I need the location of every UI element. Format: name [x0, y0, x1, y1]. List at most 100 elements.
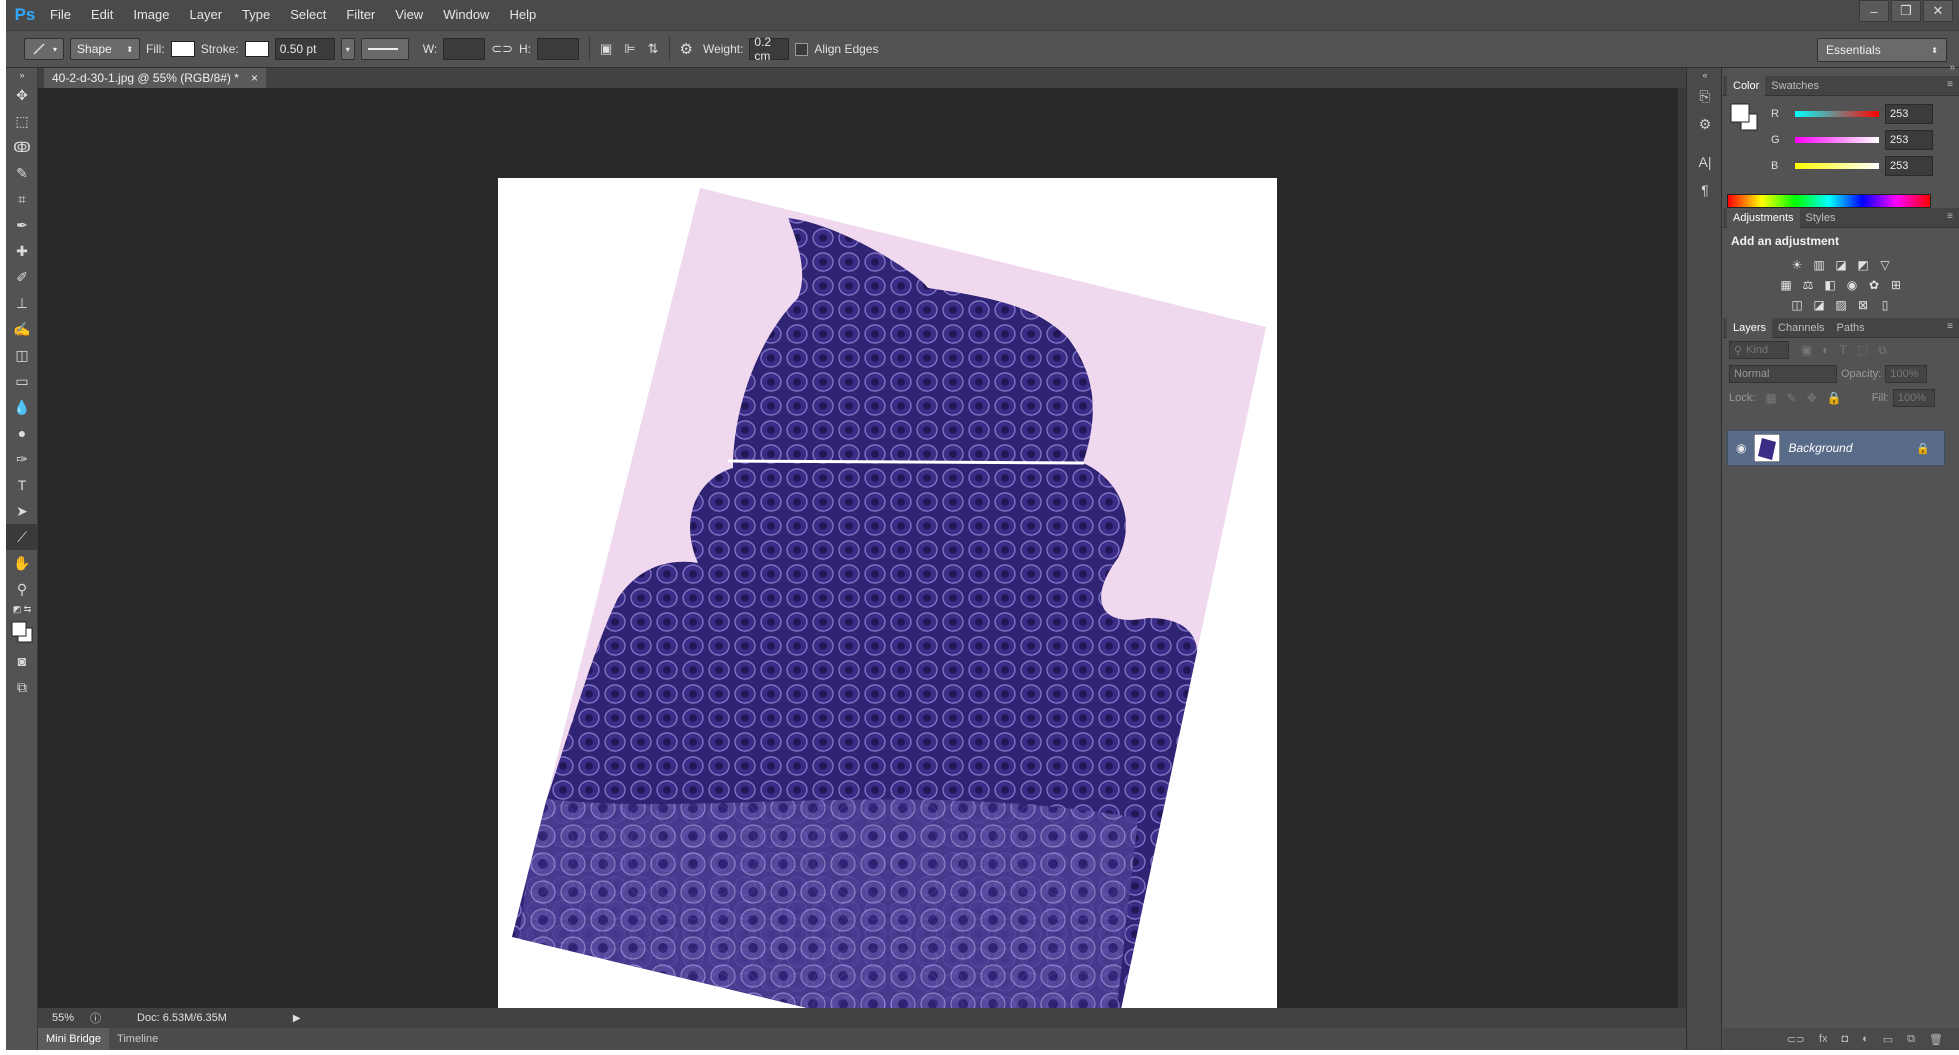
lock-icon[interactable]: 🔒: [1916, 442, 1930, 455]
fill-field[interactable]: 100%: [1892, 389, 1935, 407]
posterize-icon[interactable]: ◪: [1811, 298, 1827, 312]
fx-icon[interactable]: fx: [1819, 1033, 1828, 1045]
new-adjustment-icon[interactable]: ◐: [1862, 1033, 1869, 1045]
layer-row-background[interactable]: ◉ Background 🔒: [1727, 430, 1945, 466]
weight-field[interactable]: 0.2 cm: [749, 35, 790, 63]
eye-icon[interactable]: ◉: [1736, 441, 1746, 455]
history-brush-tool-icon[interactable]: ✍: [6, 316, 38, 342]
quick-mask-icon[interactable]: ◙: [6, 648, 38, 674]
lasso-tool-icon[interactable]: ↂ: [6, 134, 38, 160]
vibrance-icon[interactable]: ▽: [1877, 258, 1893, 272]
menu-layer[interactable]: Layer: [180, 0, 233, 30]
pen-tool-icon[interactable]: ✑: [6, 446, 38, 472]
history-panel-icon[interactable]: ⎘: [1687, 82, 1723, 110]
close-tab-icon[interactable]: ×: [251, 71, 258, 85]
type-tool-icon[interactable]: T: [6, 472, 38, 498]
document-tab[interactable]: 40-2-d-30-1.jpg @ 55% (RGB/8#) * ×: [44, 68, 266, 88]
panel-collapse-icon[interactable]: «: [1687, 68, 1723, 82]
lock-image-icon[interactable]: ✎: [1787, 391, 1797, 405]
green-value-field[interactable]: 253: [1885, 130, 1933, 150]
panel-collapse-icon[interactable]: »: [1949, 62, 1955, 73]
photo-filter-icon[interactable]: ◉: [1844, 278, 1860, 292]
panel-menu-icon[interactable]: ≡: [1947, 321, 1953, 332]
exposure-icon[interactable]: ◩: [1855, 258, 1871, 272]
menu-image[interactable]: Image: [123, 0, 179, 30]
menu-window[interactable]: Window: [433, 0, 499, 30]
layer-name[interactable]: Background: [1788, 441, 1852, 455]
line-tool-icon[interactable]: ⟋: [6, 524, 38, 550]
screen-mode-icon[interactable]: ⧉: [6, 674, 38, 700]
paragraph-panel-icon[interactable]: ¶: [1687, 176, 1723, 204]
stroke-type-select[interactable]: [360, 38, 409, 60]
height-field[interactable]: [536, 38, 579, 60]
brush-tool-icon[interactable]: ✐: [6, 264, 38, 290]
green-slider[interactable]: [1795, 137, 1879, 143]
lock-all-icon[interactable]: 🔒: [1827, 391, 1842, 405]
filter-shape-icon[interactable]: ⬚: [1857, 343, 1868, 357]
black-white-icon[interactable]: ◧: [1822, 278, 1838, 292]
panel-menu-icon[interactable]: ≡: [1947, 79, 1953, 90]
shape-mode-select[interactable]: Shape ⬍: [70, 38, 141, 60]
red-value-field[interactable]: 253: [1885, 104, 1933, 124]
color-balance-icon[interactable]: ⚖: [1800, 278, 1816, 292]
invert-icon[interactable]: ◫: [1789, 298, 1805, 312]
menu-edit[interactable]: Edit: [81, 0, 123, 30]
blue-value-field[interactable]: 253: [1885, 156, 1933, 176]
tab-mini-bridge[interactable]: Mini Bridge: [38, 1028, 110, 1050]
quick-selection-tool-icon[interactable]: ✎: [6, 160, 38, 186]
new-layer-icon[interactable]: ⧉: [1907, 1033, 1915, 1046]
tab-adjustments[interactable]: Adjustments: [1727, 207, 1800, 228]
stroke-width-dropdown[interactable]: ▾: [340, 38, 355, 60]
filter-pixel-icon[interactable]: ▣: [1801, 343, 1812, 357]
layer-kind-filter[interactable]: ⚲ Kind: [1729, 341, 1789, 359]
menu-view[interactable]: View: [385, 0, 433, 30]
close-window-button[interactable]: ✕: [1923, 0, 1953, 22]
tab-channels[interactable]: Channels: [1772, 318, 1830, 338]
tool-preset-picker[interactable]: ▾: [24, 38, 65, 60]
color-lookup-icon[interactable]: ⊞: [1888, 278, 1904, 292]
threshold-icon[interactable]: ▨: [1833, 298, 1849, 312]
hue-saturation-icon[interactable]: ▦: [1778, 278, 1794, 292]
tab-layers[interactable]: Layers: [1727, 317, 1773, 338]
panel-menu-icon[interactable]: ≡: [1947, 211, 1953, 222]
lock-position-icon[interactable]: ✥: [1807, 391, 1817, 405]
fg-bg-color-swatch[interactable]: [1729, 102, 1761, 134]
character-panel-icon[interactable]: A|: [1687, 148, 1723, 176]
tab-paths[interactable]: Paths: [1831, 318, 1871, 338]
gear-icon[interactable]: ⚙: [680, 40, 693, 58]
crop-tool-icon[interactable]: ⌗: [6, 186, 38, 212]
minimize-button[interactable]: –: [1859, 0, 1889, 22]
align-edges-checkbox[interactable]: [795, 42, 809, 56]
foreground-background-color-icon[interactable]: [6, 616, 38, 648]
levels-icon[interactable]: ▥: [1811, 258, 1827, 272]
eyedropper-tool-icon[interactable]: ✒: [6, 212, 38, 238]
menu-select[interactable]: Select: [280, 0, 336, 30]
tab-timeline[interactable]: Timeline: [109, 1033, 166, 1045]
tab-swatches[interactable]: Swatches: [1765, 76, 1825, 96]
menu-help[interactable]: Help: [499, 0, 546, 30]
curves-icon[interactable]: ◪: [1833, 258, 1849, 272]
healing-brush-tool-icon[interactable]: ✚: [6, 238, 38, 264]
path-arrangement-icon[interactable]: ⇅: [648, 41, 659, 57]
link-layers-icon[interactable]: ⊂⊃: [1786, 1033, 1804, 1046]
filter-smart-object-icon[interactable]: ⧉: [1878, 343, 1887, 358]
filter-type-icon[interactable]: T: [1840, 343, 1847, 357]
blue-slider[interactable]: [1795, 163, 1879, 169]
color-spectrum-bar[interactable]: [1727, 194, 1931, 208]
tab-styles[interactable]: Styles: [1800, 208, 1842, 228]
fill-swatch[interactable]: [170, 41, 195, 57]
menu-filter[interactable]: Filter: [336, 0, 385, 30]
stroke-swatch[interactable]: [244, 41, 269, 57]
stroke-width-field[interactable]: 0.50 pt: [274, 38, 335, 60]
filter-adjustment-icon[interactable]: ◐: [1822, 343, 1829, 357]
brightness-contrast-icon[interactable]: ☀: [1789, 258, 1805, 272]
link-icon[interactable]: ⊂⊃: [491, 41, 513, 57]
menu-type[interactable]: Type: [232, 0, 280, 30]
blur-tool-icon[interactable]: 💧: [6, 394, 38, 420]
width-field[interactable]: [443, 38, 486, 60]
canvas-area[interactable]: [38, 88, 1678, 1050]
hand-tool-icon[interactable]: ✋: [6, 550, 38, 576]
gradient-tool-icon[interactable]: ▭: [6, 368, 38, 394]
channel-mixer-icon[interactable]: ✿: [1866, 278, 1882, 292]
add-mask-icon[interactable]: ◘: [1841, 1033, 1848, 1045]
